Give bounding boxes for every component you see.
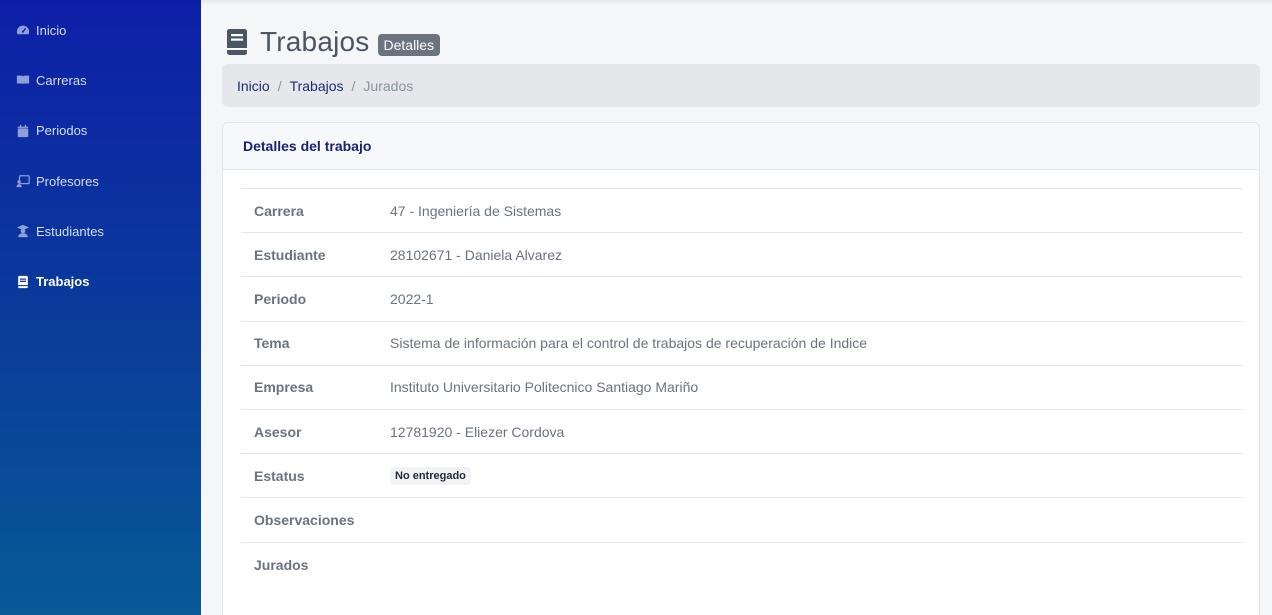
title-badge: Detalles — [377, 34, 441, 56]
card-title: Detalles del trabajo — [223, 123, 1259, 170]
details-table: Carrera 47 - Ingeniería de Sistemas Estu… — [241, 188, 1243, 587]
sidebar-item-label: Profesores — [36, 173, 99, 189]
sidebar: Inicio Carreras Periodos Profesores Estu… — [0, 0, 201, 615]
detail-row-empresa: Empresa Instituto Universitario Politecn… — [241, 366, 1243, 410]
detail-label: Periodo — [254, 290, 307, 307]
detail-row-estatus: Estatus No entregado — [241, 454, 1243, 499]
detail-row-carrera: Carrera 47 - Ingeniería de Sistemas — [241, 189, 1243, 234]
book-open-icon — [16, 73, 30, 87]
detail-value: 2022-1 — [390, 290, 434, 307]
detail-value: 12781920 - Eliezer Cordova — [390, 423, 565, 440]
detail-row-asesor: Asesor 12781920 - Eliezer Cordova — [241, 410, 1243, 455]
book-icon — [227, 29, 247, 55]
calendar-icon — [16, 124, 30, 138]
detail-label: Tema — [254, 335, 290, 352]
detail-row-estudiante: Estudiante 28102671 - Daniela Alvarez — [241, 233, 1243, 278]
sidebar-item-inicio[interactable]: Inicio — [0, 5, 201, 55]
detail-value: Instituto Universitario Politecnico Sant… — [390, 379, 699, 396]
detail-label: Estudiante — [254, 246, 326, 263]
sidebar-item-label: Periodos — [36, 123, 88, 139]
sidebar-item-label: Trabajos — [36, 274, 90, 290]
detail-label: Jurados — [254, 556, 309, 573]
breadcrumb-trabajos-link[interactable]: Trabajos — [290, 78, 344, 94]
detail-label: Estatus — [254, 467, 305, 484]
sidebar-item-carreras[interactable]: Carreras — [0, 55, 201, 105]
sidebar-item-estudiantes[interactable]: Estudiantes — [0, 206, 201, 256]
student-icon — [16, 224, 30, 238]
sidebar-item-trabajos[interactable]: Trabajos — [0, 256, 201, 306]
detail-label: Asesor — [254, 423, 302, 440]
detail-value: Sistema de información para el control d… — [390, 335, 868, 352]
book-icon — [16, 275, 30, 289]
page-title: Trabajos — [260, 26, 370, 57]
sidebar-item-profesores[interactable]: Profesores — [0, 156, 201, 206]
breadcrumb-separator: / — [351, 77, 356, 94]
detail-row-observaciones: Observaciones — [241, 498, 1243, 543]
detail-row-tema: Tema Sistema de información para el cont… — [241, 322, 1243, 366]
detail-value: 28102671 - Daniela Alvarez — [390, 246, 563, 263]
detail-row-periodo: Periodo 2022-1 — [241, 277, 1243, 322]
detail-label: Observaciones — [254, 511, 355, 528]
breadcrumb-inicio-link[interactable]: Inicio — [237, 78, 270, 94]
details-card: Detalles del trabajo Carrera 47 - Ingeni… — [222, 122, 1260, 615]
sidebar-item-label: Inicio — [36, 22, 67, 38]
detail-value: 47 - Ingeniería de Sistemas — [390, 202, 562, 219]
sidebar-item-periodos[interactable]: Periodos — [0, 106, 201, 156]
main-content: Trabajos Detalles Inicio / Trabajos / Ju… — [201, 0, 1272, 615]
breadcrumb: Inicio / Trabajos / Jurados — [222, 64, 1260, 107]
app: Inicio Carreras Periodos Profesores Estu… — [0, 0, 1272, 615]
breadcrumb-separator: / — [277, 77, 282, 94]
dashboard-icon — [16, 23, 30, 37]
status-badge: No entregado — [390, 466, 471, 485]
detail-label: Carrera — [254, 202, 304, 219]
breadcrumb-current: Jurados — [363, 77, 414, 94]
sidebar-item-label: Estudiantes — [36, 223, 104, 239]
page-header: Trabajos Detalles — [227, 26, 441, 58]
chalkboard-teacher-icon — [16, 174, 30, 188]
detail-label: Empresa — [254, 379, 314, 396]
sidebar-item-label: Carreras — [36, 72, 87, 88]
detail-row-jurados: Jurados — [241, 543, 1243, 587]
